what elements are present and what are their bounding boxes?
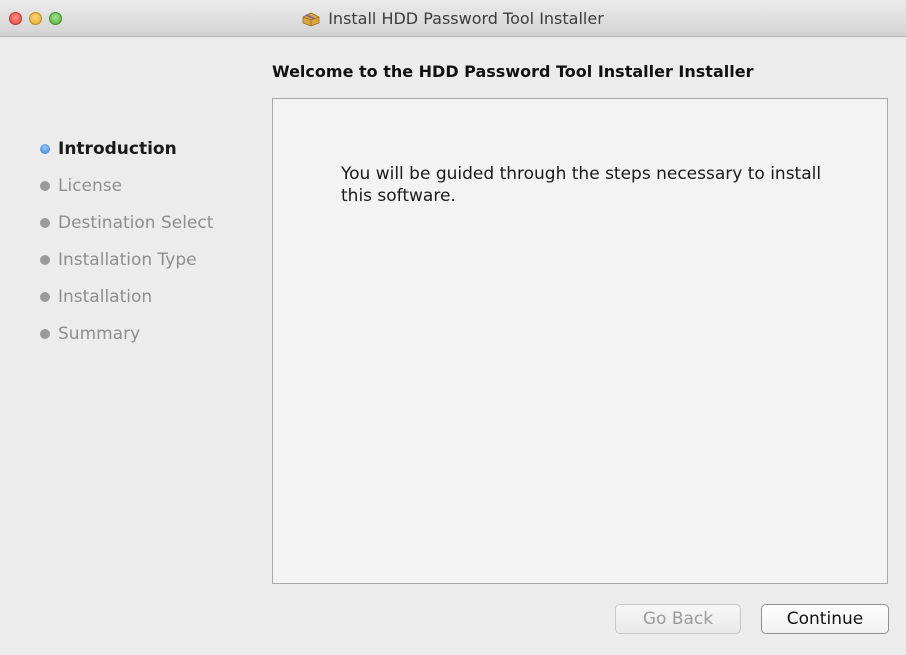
step-indicator-dot xyxy=(40,143,50,154)
step-label: Destination Select xyxy=(58,212,214,233)
step-label: Installation Type xyxy=(58,249,197,270)
step-summary: Summary xyxy=(40,315,213,352)
content-panel: You will be guided through the steps nec… xyxy=(272,98,888,584)
step-license: License xyxy=(40,167,213,204)
step-label: License xyxy=(58,175,123,196)
step-indicator-dot xyxy=(40,217,50,228)
step-label: Summary xyxy=(58,323,141,344)
step-indicator-dot xyxy=(40,254,50,265)
continue-button[interactable]: Continue xyxy=(761,604,889,634)
title-bar[interactable]: Install HDD Password Tool Installer xyxy=(0,0,906,37)
step-indicator-dot xyxy=(40,291,50,302)
step-label: Introduction xyxy=(58,138,177,159)
step-installation: Installation xyxy=(40,278,213,315)
installer-window: Install HDD Password Tool Installer Welc… xyxy=(0,0,906,655)
step-destination-select: Destination Select xyxy=(40,204,213,241)
step-indicator-dot xyxy=(40,180,50,191)
go-back-button[interactable]: Go Back xyxy=(615,604,741,634)
package-icon xyxy=(302,12,320,26)
intro-text: You will be guided through the steps nec… xyxy=(341,164,822,206)
step-installation-type: Installation Type xyxy=(40,241,213,278)
step-indicator-dot xyxy=(40,328,50,339)
step-introduction: Introduction xyxy=(40,130,213,167)
step-label: Installation xyxy=(58,286,153,307)
installer-steps: Introduction License Destination Select … xyxy=(40,130,213,352)
window-title: Install HDD Password Tool Installer xyxy=(328,9,604,28)
page-heading: Welcome to the HDD Password Tool Install… xyxy=(272,62,754,81)
title-container: Install HDD Password Tool Installer xyxy=(0,0,906,37)
